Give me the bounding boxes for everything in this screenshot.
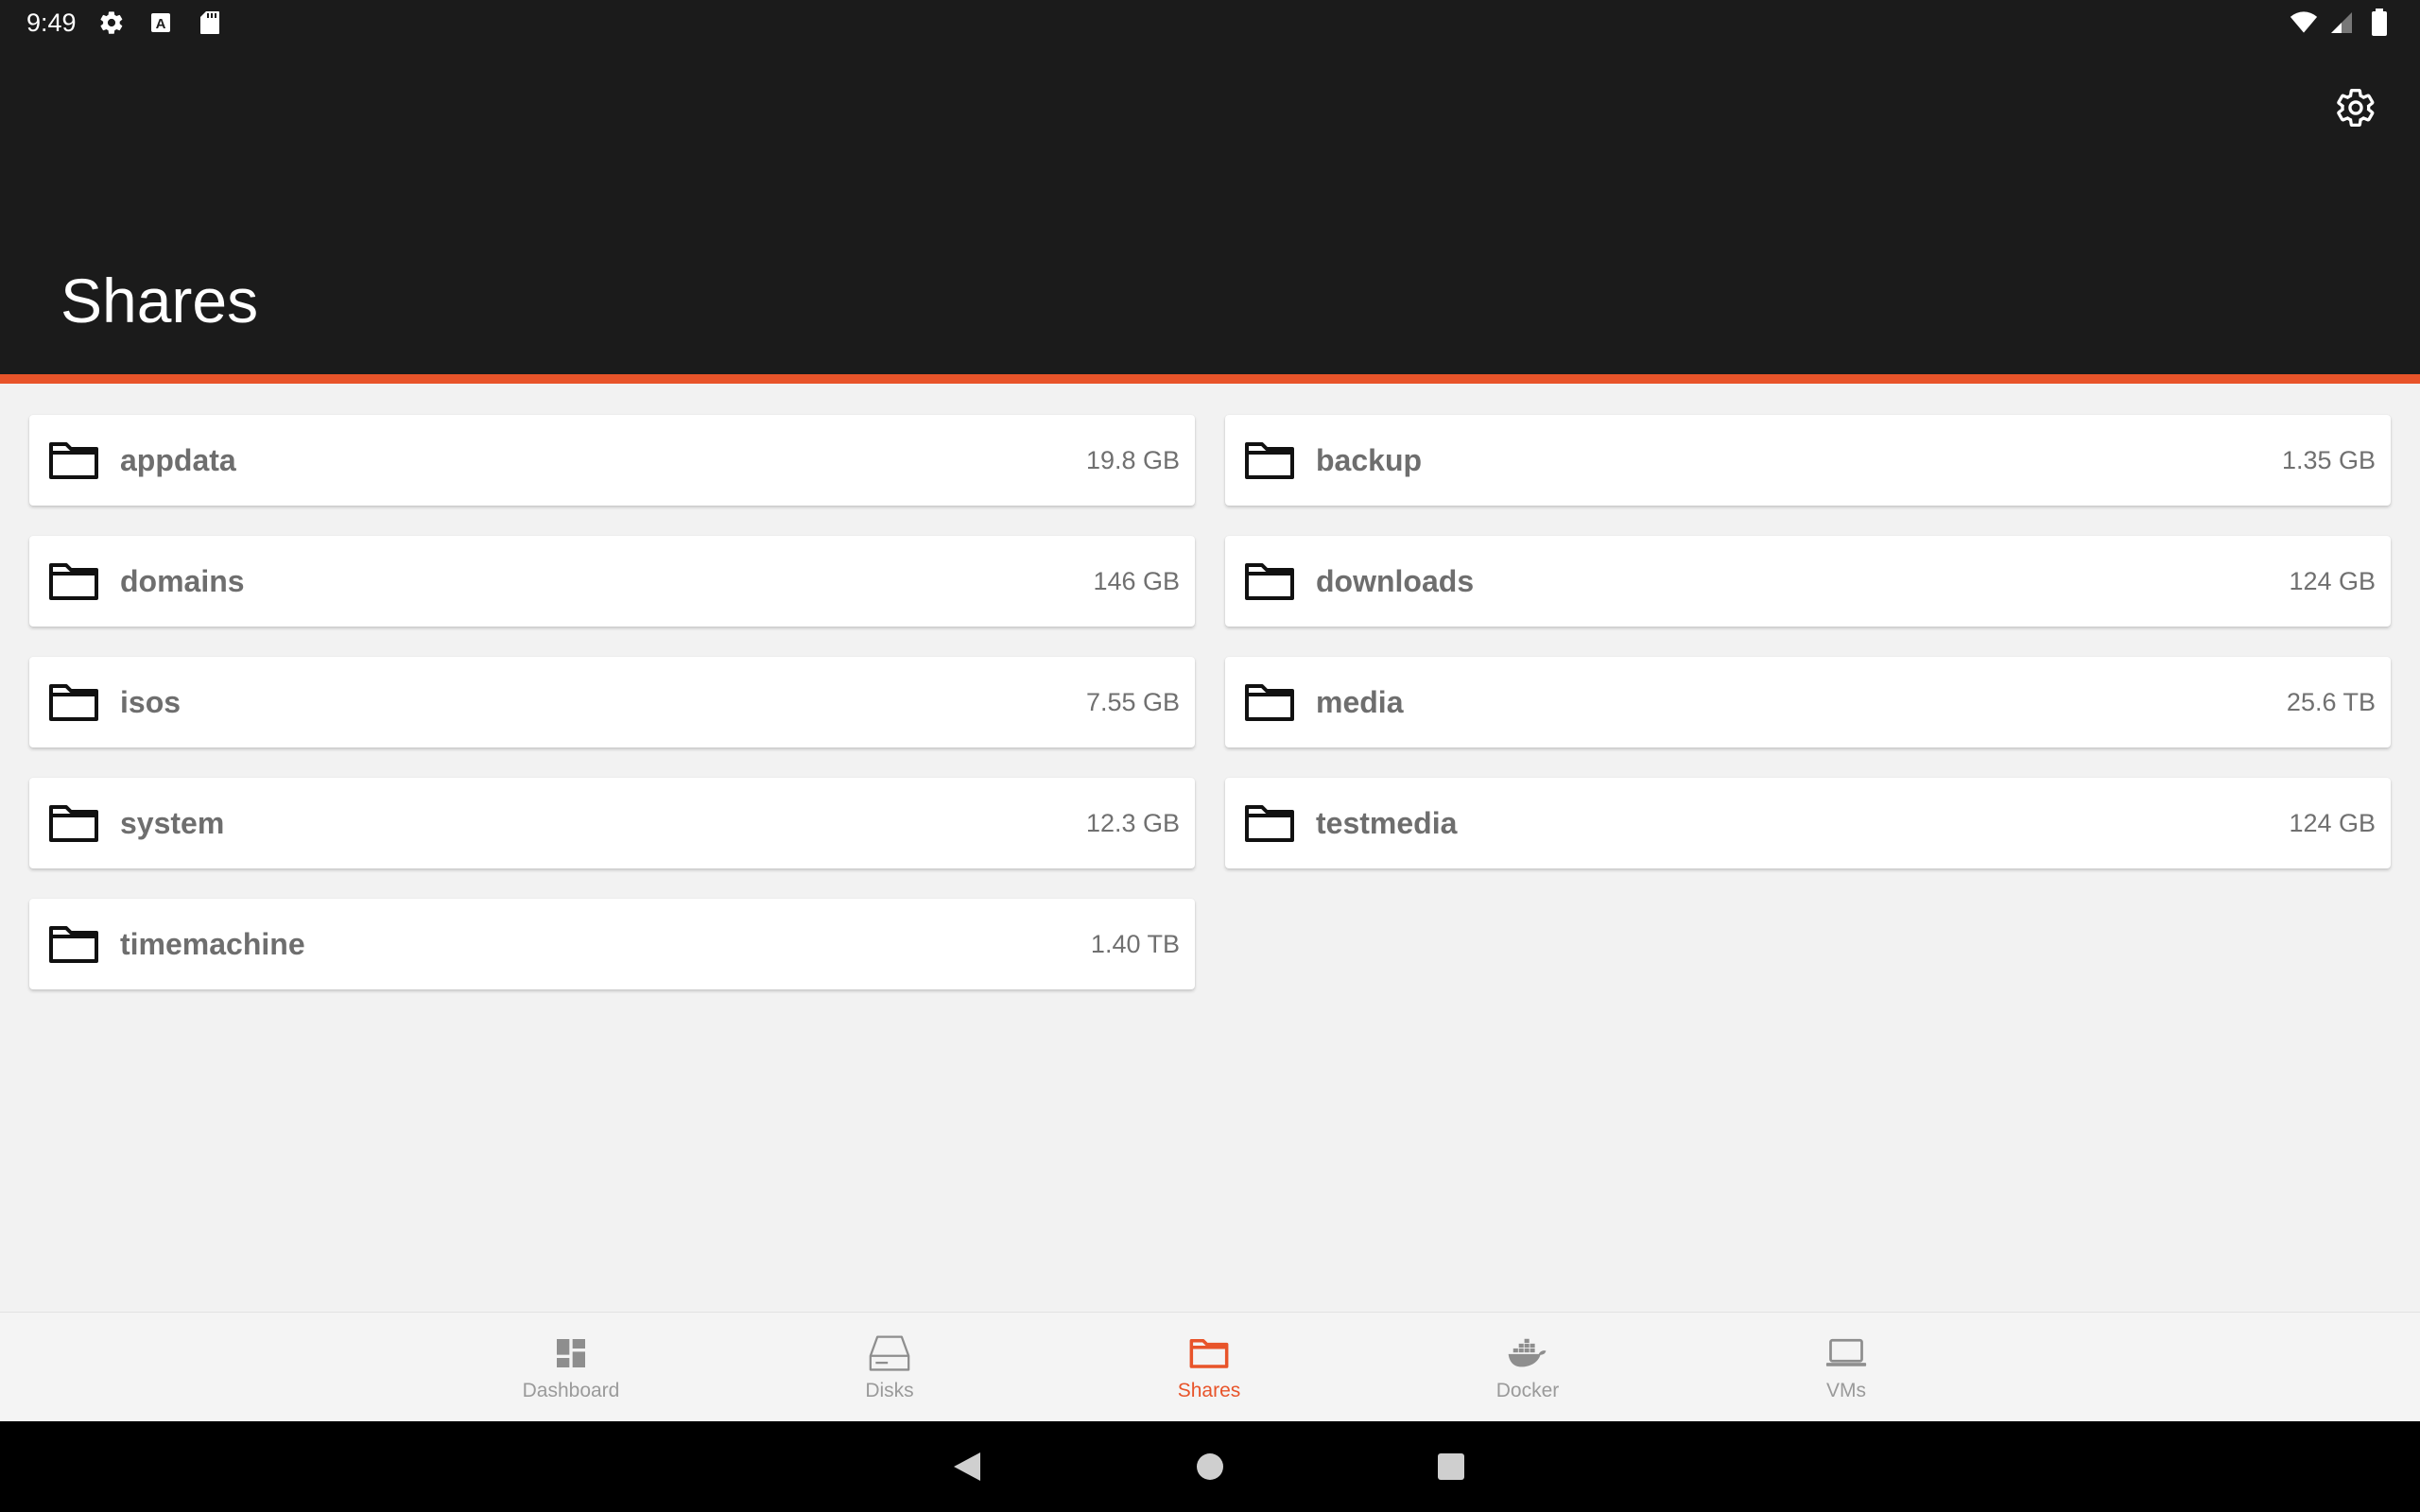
sd-card-icon — [196, 9, 224, 37]
nav-tab-shares[interactable]: Shares — [1105, 1313, 1313, 1422]
folder-icon — [1244, 560, 1297, 602]
share-item-testmedia[interactable]: testmedia 124 GB — [1225, 778, 2391, 868]
nav-label: Dashboard — [522, 1380, 620, 1401]
share-item-backup[interactable]: backup 1.35 GB — [1225, 415, 2391, 506]
share-item-isos[interactable]: isos 7.55 GB — [29, 657, 1195, 747]
share-item-system[interactable]: system 12.3 GB — [29, 778, 1195, 868]
share-size: 25.6 TB — [2286, 687, 2376, 716]
shares-list: appdata 19.8 GB backup 1.35 GB domains 1… — [29, 415, 2391, 989]
share-name: testmedia — [1316, 805, 1458, 840]
folder-icon — [48, 560, 101, 602]
laptop-icon — [1825, 1332, 1867, 1374]
dashboard-icon — [550, 1332, 592, 1374]
nav-tab-dashboard[interactable]: Dashboard — [467, 1313, 675, 1422]
share-size: 7.55 GB — [1085, 687, 1180, 716]
share-item-downloads[interactable]: downloads 124 GB — [1225, 536, 2391, 627]
bottom-navigation: Dashboard Disks Shares Docker VMs — [0, 1312, 2420, 1421]
status-left: 9:49 A — [26, 9, 224, 38]
nav-tab-disks[interactable]: Disks — [786, 1313, 994, 1422]
svg-text:A: A — [155, 16, 165, 32]
back-icon[interactable] — [948, 1448, 986, 1486]
status-time: 9:49 — [26, 8, 77, 37]
settings-button[interactable] — [2327, 79, 2384, 136]
wifi-icon — [2290, 9, 2318, 37]
share-item-domains[interactable]: domains 146 GB — [29, 536, 1195, 627]
nav-label: Shares — [1177, 1380, 1241, 1401]
folder-icon — [1244, 802, 1297, 844]
share-size: 124 GB — [2289, 808, 2376, 837]
gear-icon — [97, 9, 126, 37]
nav-tab-vms[interactable]: VMs — [1742, 1313, 1950, 1422]
status-bar: 9:49 A — [0, 0, 2420, 45]
share-item-media[interactable]: media 25.6 TB — [1225, 657, 2391, 747]
share-name: isos — [120, 684, 182, 719]
status-right — [2290, 9, 2394, 37]
page-title: Shares — [60, 266, 259, 335]
docker-icon — [1507, 1332, 1548, 1374]
share-item-timemachine[interactable]: timemachine 1.40 TB — [29, 899, 1195, 989]
folder-icon — [1188, 1332, 1230, 1374]
share-size: 1.40 TB — [1090, 929, 1180, 958]
disk-icon — [869, 1332, 910, 1374]
share-size: 1.35 GB — [2281, 445, 2376, 474]
folder-icon — [48, 439, 101, 481]
folder-icon — [1244, 681, 1297, 723]
share-name: media — [1316, 684, 1404, 719]
share-name: appdata — [120, 442, 236, 477]
nav-tab-docker[interactable]: Docker — [1424, 1313, 1632, 1422]
share-item-appdata[interactable]: appdata 19.8 GB — [29, 415, 1195, 506]
nav-label: Disks — [865, 1380, 914, 1401]
recents-icon[interactable] — [1432, 1448, 1470, 1486]
home-icon[interactable] — [1191, 1448, 1229, 1486]
share-name: system — [120, 805, 225, 840]
nav-label: Docker — [1495, 1380, 1560, 1401]
share-name: backup — [1316, 442, 1423, 477]
gear-icon — [2337, 89, 2375, 128]
folder-icon — [48, 681, 101, 723]
nav-label: VMs — [1826, 1380, 1866, 1401]
share-size: 146 GB — [1093, 566, 1180, 595]
battery-icon — [2365, 9, 2394, 37]
signal-icon — [2327, 9, 2356, 37]
share-size: 124 GB — [2289, 566, 2376, 595]
share-size: 19.8 GB — [1085, 445, 1180, 474]
share-name: downloads — [1316, 563, 1475, 598]
folder-icon — [48, 923, 101, 965]
share-name: domains — [120, 563, 245, 598]
keyboard-a-icon: A — [147, 9, 175, 37]
share-name: timemachine — [120, 926, 305, 961]
folder-icon — [1244, 439, 1297, 481]
share-size: 12.3 GB — [1085, 808, 1180, 837]
app-bar: Shares — [0, 45, 2420, 374]
accent-divider — [0, 374, 2420, 384]
folder-icon — [48, 802, 101, 844]
system-navigation-bar — [0, 1421, 2420, 1512]
